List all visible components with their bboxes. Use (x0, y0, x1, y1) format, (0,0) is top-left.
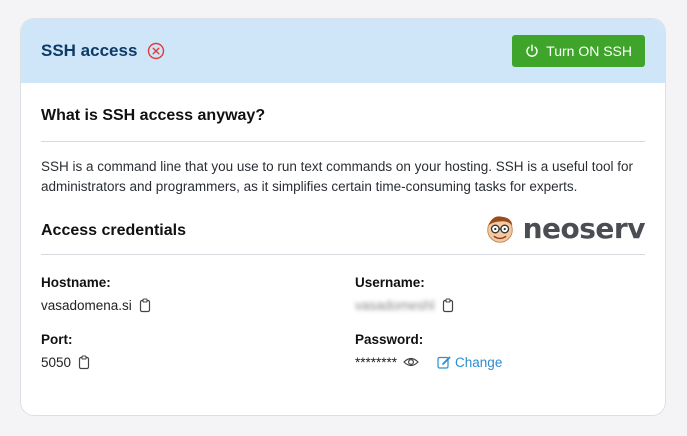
neoserv-logo: neoserv (483, 209, 646, 249)
x-circle-icon (147, 42, 165, 60)
ssh-access-card: SSH access Turn ON SSH What is SSH acces… (20, 18, 666, 416)
password-value-row: ******** Change (355, 353, 645, 371)
hostname-value-row: vasadomena.si (41, 296, 355, 314)
hostname-value: vasadomena.si (41, 297, 132, 313)
title-wrap: SSH access (41, 41, 165, 61)
card-header: SSH access Turn ON SSH (21, 19, 665, 83)
password-value: ******** (355, 354, 398, 370)
password-label: Password: (355, 332, 424, 347)
logo-text: neoserv (522, 212, 646, 245)
power-icon (525, 44, 539, 58)
about-description: SSH is a command line that you use to ru… (41, 159, 634, 194)
port-label: Port: (41, 332, 73, 347)
copy-username-icon[interactable] (441, 297, 455, 313)
credentials-title: Access credentials (41, 222, 186, 239)
credentials-header: Access credentials neoserv (41, 212, 646, 255)
turn-on-ssh-button[interactable]: Turn ON SSH (512, 35, 645, 67)
card-title: SSH access (41, 41, 138, 60)
change-password-link[interactable]: Change (437, 355, 502, 370)
username-field: Username: vasadomeshl (355, 275, 645, 314)
mascot-icon (486, 215, 513, 243)
username-label: Username: (355, 275, 425, 290)
eye-icon[interactable] (403, 355, 419, 369)
port-value-row: 5050 (41, 353, 355, 371)
credentials-grid: Hostname: vasadomena.si Username: vasado… (41, 255, 645, 371)
copy-hostname-icon[interactable] (138, 297, 152, 313)
hostname-field: Hostname: vasadomena.si (41, 275, 355, 314)
about-title: What is SSH access anyway? (41, 83, 645, 142)
port-field: Port: 5050 (41, 332, 355, 371)
card-body: What is SSH access anyway? SSH is a comm… (21, 83, 665, 371)
password-field: Password: ******** Change (355, 332, 645, 371)
turn-on-ssh-label: Turn ON SSH (546, 43, 632, 59)
username-value: vasadomeshl (355, 297, 435, 313)
copy-port-icon[interactable] (77, 354, 91, 370)
change-label: Change (455, 354, 503, 370)
username-value-row: vasadomeshl (355, 296, 645, 314)
port-value: 5050 (41, 354, 72, 370)
hostname-label: Hostname: (41, 275, 111, 290)
edit-icon (437, 355, 451, 369)
